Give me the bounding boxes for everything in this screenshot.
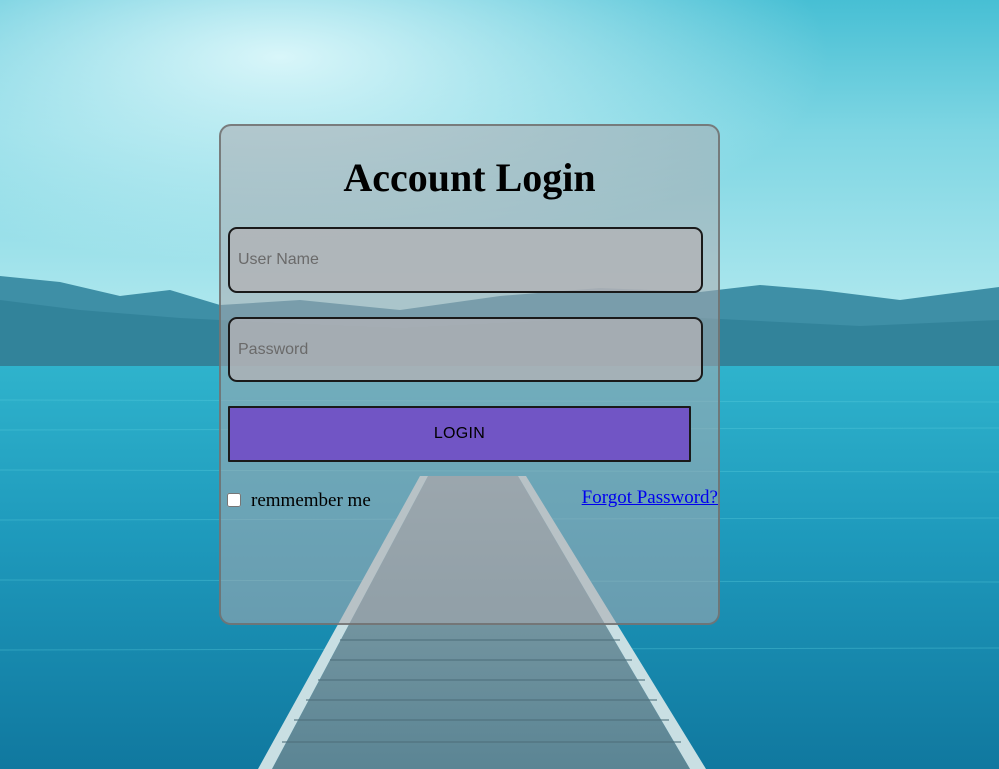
- remember-me-row: remmember me: [227, 488, 371, 512]
- username-input[interactable]: [228, 227, 703, 293]
- page-title: Account Login: [343, 155, 596, 200]
- forgot-password-link[interactable]: Forgot Password?: [582, 486, 718, 510]
- remember-me-checkbox[interactable]: [227, 493, 241, 507]
- login-button[interactable]: LOGIN: [228, 406, 691, 462]
- remember-me-label[interactable]: remmember me: [251, 489, 371, 513]
- password-input[interactable]: [228, 317, 703, 382]
- login-card: Account Login LOGIN remmember me Forgot …: [219, 124, 720, 625]
